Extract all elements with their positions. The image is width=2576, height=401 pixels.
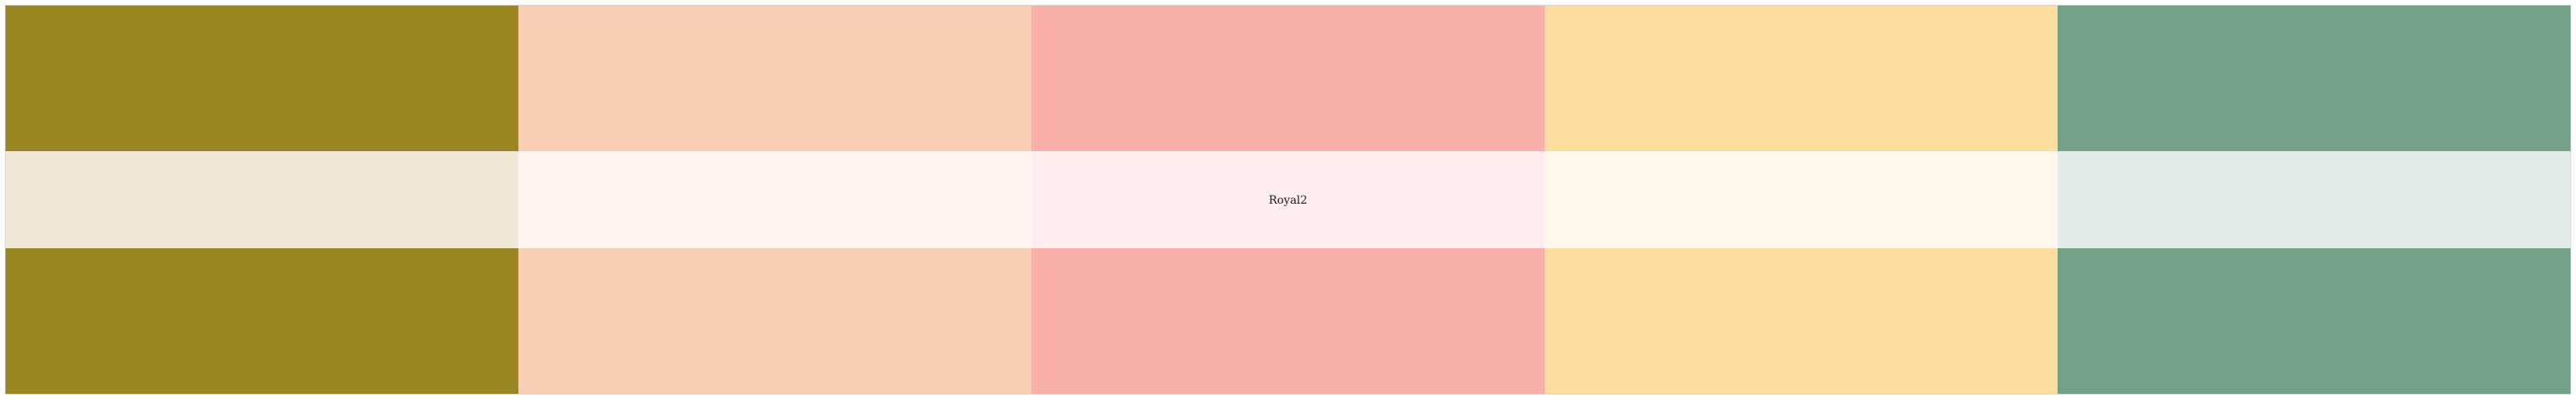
swatch-5-strong-bottom bbox=[2057, 248, 2571, 394]
swatch-1-strong-top bbox=[6, 6, 519, 151]
swatch-5-strong-top bbox=[2057, 6, 2571, 151]
swatch-4-strong-top bbox=[1544, 6, 2058, 151]
palette-caption: Royal2 bbox=[1268, 194, 1308, 207]
swatch-1-strong-bottom bbox=[6, 248, 519, 394]
swatch-4-strong-bottom bbox=[1544, 248, 2058, 394]
swatch-3-strong-top bbox=[1031, 6, 1545, 151]
swatch-3-strong-bottom bbox=[1031, 248, 1545, 394]
swatch-2-strong-bottom bbox=[518, 248, 1032, 394]
swatch-2-strong-top bbox=[518, 6, 1032, 151]
